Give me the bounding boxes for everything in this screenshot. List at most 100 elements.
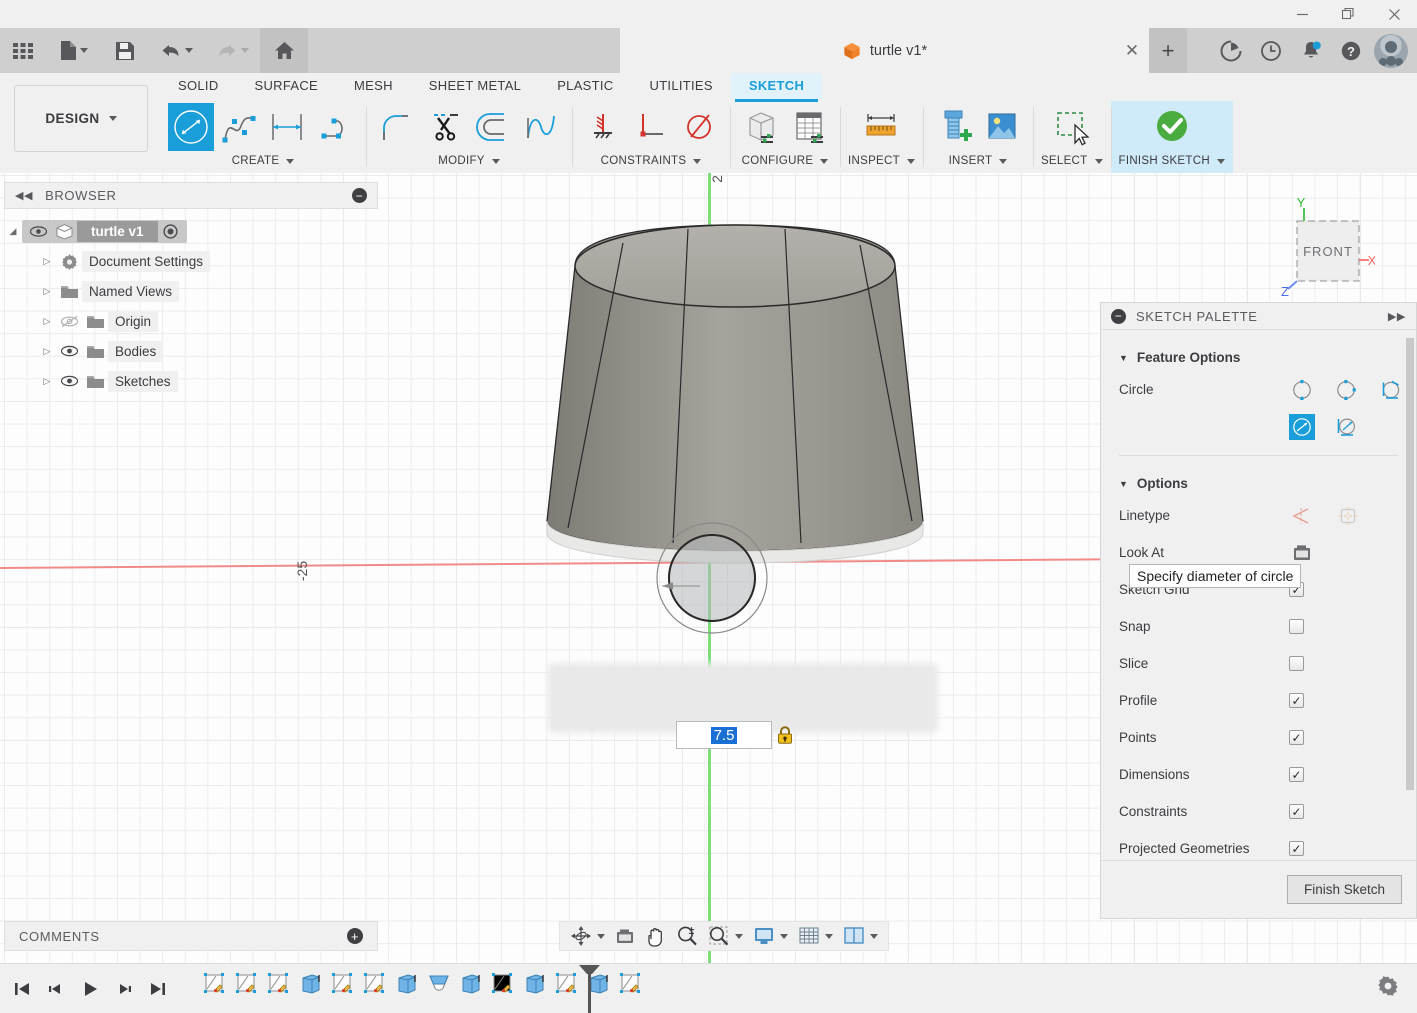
browser-root-label[interactable]: turtle v1 [77,220,158,242]
timeline-feature-body[interactable] [296,972,326,1006]
dimension-input[interactable]: 7.5 [676,721,772,749]
window-close-button[interactable] [1371,0,1417,28]
finish-sketch-button[interactable] [1149,103,1195,151]
slice-checkbox[interactable] [1289,656,1304,671]
orbit-button[interactable] [566,922,609,950]
snap-checkbox[interactable] [1289,619,1304,634]
ribbon-group-insert-label[interactable]: INSERT [949,151,1008,171]
two-point-circle-button[interactable] [1333,377,1359,403]
browser-item-origin[interactable]: ▷ Origin [4,306,378,336]
visibility-eye-icon[interactable] [56,375,82,387]
center-diameter-circle-button[interactable] [1289,377,1315,403]
browser-collapse-icon[interactable]: ◀◀ [15,189,33,202]
window-minimize-button[interactable] [1279,0,1325,28]
timeline-feature-body[interactable] [520,972,550,1006]
notifications-button[interactable] [1291,28,1331,73]
expand-triangle-icon[interactable]: ▷ [38,286,56,297]
browser-item-document-settings[interactable]: ▷ Document Settings [4,246,378,276]
tab-plastic[interactable]: PLASTIC [539,73,631,99]
visibility-eye-off-icon[interactable] [56,315,82,328]
expand-triangle-icon[interactable]: ▷ [38,256,56,267]
show-data-panel-button[interactable] [0,28,46,73]
sketch-palette-scrollbar[interactable] [1406,338,1414,878]
sketch-palette-expand-icon[interactable]: ▶▶ [1388,310,1406,323]
dimensions-checkbox[interactable]: ✓ [1289,767,1304,782]
job-status-button[interactable] [1211,28,1251,73]
help-button[interactable]: ? [1331,28,1371,73]
display-settings-button[interactable] [749,922,792,950]
projected-geometries-checkbox[interactable]: ✓ [1289,841,1304,856]
new-tab-button[interactable]: + [1149,28,1187,73]
sketch-circle-preview[interactable] [640,493,800,663]
timeline-step-back-button[interactable] [40,972,72,1006]
browser-item-sketches[interactable]: ▷ Sketches [4,366,378,396]
add-comment-button[interactable]: + [347,928,363,944]
ribbon-group-finish-sketch-label[interactable]: FINISH SKETCH [1119,151,1225,171]
ribbon-group-create-label[interactable]: CREATE [232,151,295,171]
constraint-tangent-button[interactable] [676,103,722,151]
save-button[interactable] [102,28,148,73]
create-circle-button[interactable] [168,103,214,151]
section-feature-options[interactable]: ▼ Feature Options [1101,340,1416,371]
timeline-feature-sketch[interactable] [360,972,390,1006]
modify-curvature-button[interactable] [518,103,564,151]
redo-button[interactable] [204,28,260,73]
timeline-feature-sketch[interactable] [328,972,358,1006]
comments-panel-header[interactable]: COMMENTS + [4,921,378,951]
ribbon-group-constraints-label[interactable]: CONSTRAINTS [601,151,702,171]
ribbon-group-select-label[interactable]: SELECT [1041,151,1103,171]
view-cube[interactable]: FRONT Y X Z [1265,197,1375,302]
browser-item-bodies[interactable]: ▷ Bodies [4,336,378,366]
expand-triangle-icon[interactable]: ▷ [38,376,56,387]
zoom-window-button[interactable] [704,922,747,950]
expand-triangle-icon[interactable]: ▷ [38,346,56,357]
tab-sketch[interactable]: SKETCH [730,73,823,102]
locked-dimension-icon[interactable] [777,726,793,744]
create-slot-button[interactable] [264,103,310,151]
create-polygon-button[interactable] [312,103,358,151]
points-checkbox[interactable]: ✓ [1289,730,1304,745]
timeline-go-to-start-button[interactable] [6,972,38,1006]
three-point-circle-button[interactable] [1377,377,1403,403]
document-tab[interactable]: turtle v1* [620,28,1150,73]
constraint-fix-button[interactable] [580,103,626,151]
tab-solid[interactable]: SOLID [160,73,237,99]
zoom-button[interactable] [672,922,702,950]
recent-activity-button[interactable] [1251,28,1291,73]
construction-linetype-button[interactable] [1289,503,1315,529]
pan-button[interactable] [641,922,670,950]
constraint-perpendicular-button[interactable] [628,103,674,151]
ribbon-group-finish-sketch[interactable]: FINISH SKETCH [1110,101,1233,173]
timeline-feature-sketch[interactable] [264,972,294,1006]
timeline-feature-revolve[interactable] [424,972,454,1006]
look-at-button[interactable] [1289,540,1315,566]
look-at-nav-button[interactable] [611,922,639,950]
account-button[interactable] [1371,28,1411,73]
select-tool-button[interactable] [1049,103,1095,151]
ribbon-group-configure-label[interactable]: CONFIGURE [742,151,829,171]
undo-button[interactable] [148,28,204,73]
three-tangent-circle-button[interactable] [1333,414,1359,440]
timeline-feature-body[interactable] [456,972,486,1006]
visibility-eye-icon[interactable] [25,225,51,237]
expand-triangle-icon[interactable]: ▷ [38,316,56,327]
browser-root-row[interactable]: ◢ turtle v1 [4,216,378,246]
profile-checkbox[interactable]: ✓ [1289,693,1304,708]
finish-sketch-palette-button[interactable]: Finish Sketch [1286,875,1402,904]
timeline-go-to-end-button[interactable] [142,972,174,1006]
tab-utilities[interactable]: UTILITIES [632,73,731,99]
go-home-button[interactable] [260,28,308,73]
modify-trim-button[interactable] [422,103,468,151]
configure-table-button[interactable] [786,103,832,151]
visibility-eye-icon[interactable] [56,345,82,357]
configure-model-button[interactable] [738,103,784,151]
section-options[interactable]: ▼ Options [1101,466,1416,497]
timeline-marker[interactable] [588,965,591,1013]
timeline-feature-sketch[interactable] [552,972,582,1006]
timeline-feature-sketch[interactable] [200,972,230,1006]
timeline-settings-button[interactable] [1377,975,1417,1002]
sketch-palette-minimize-button[interactable]: − [1111,308,1126,324]
create-spline-button[interactable] [216,103,262,151]
timeline-feature-sketch[interactable] [232,972,262,1006]
tab-sheet-metal[interactable]: SHEET METAL [411,73,539,99]
